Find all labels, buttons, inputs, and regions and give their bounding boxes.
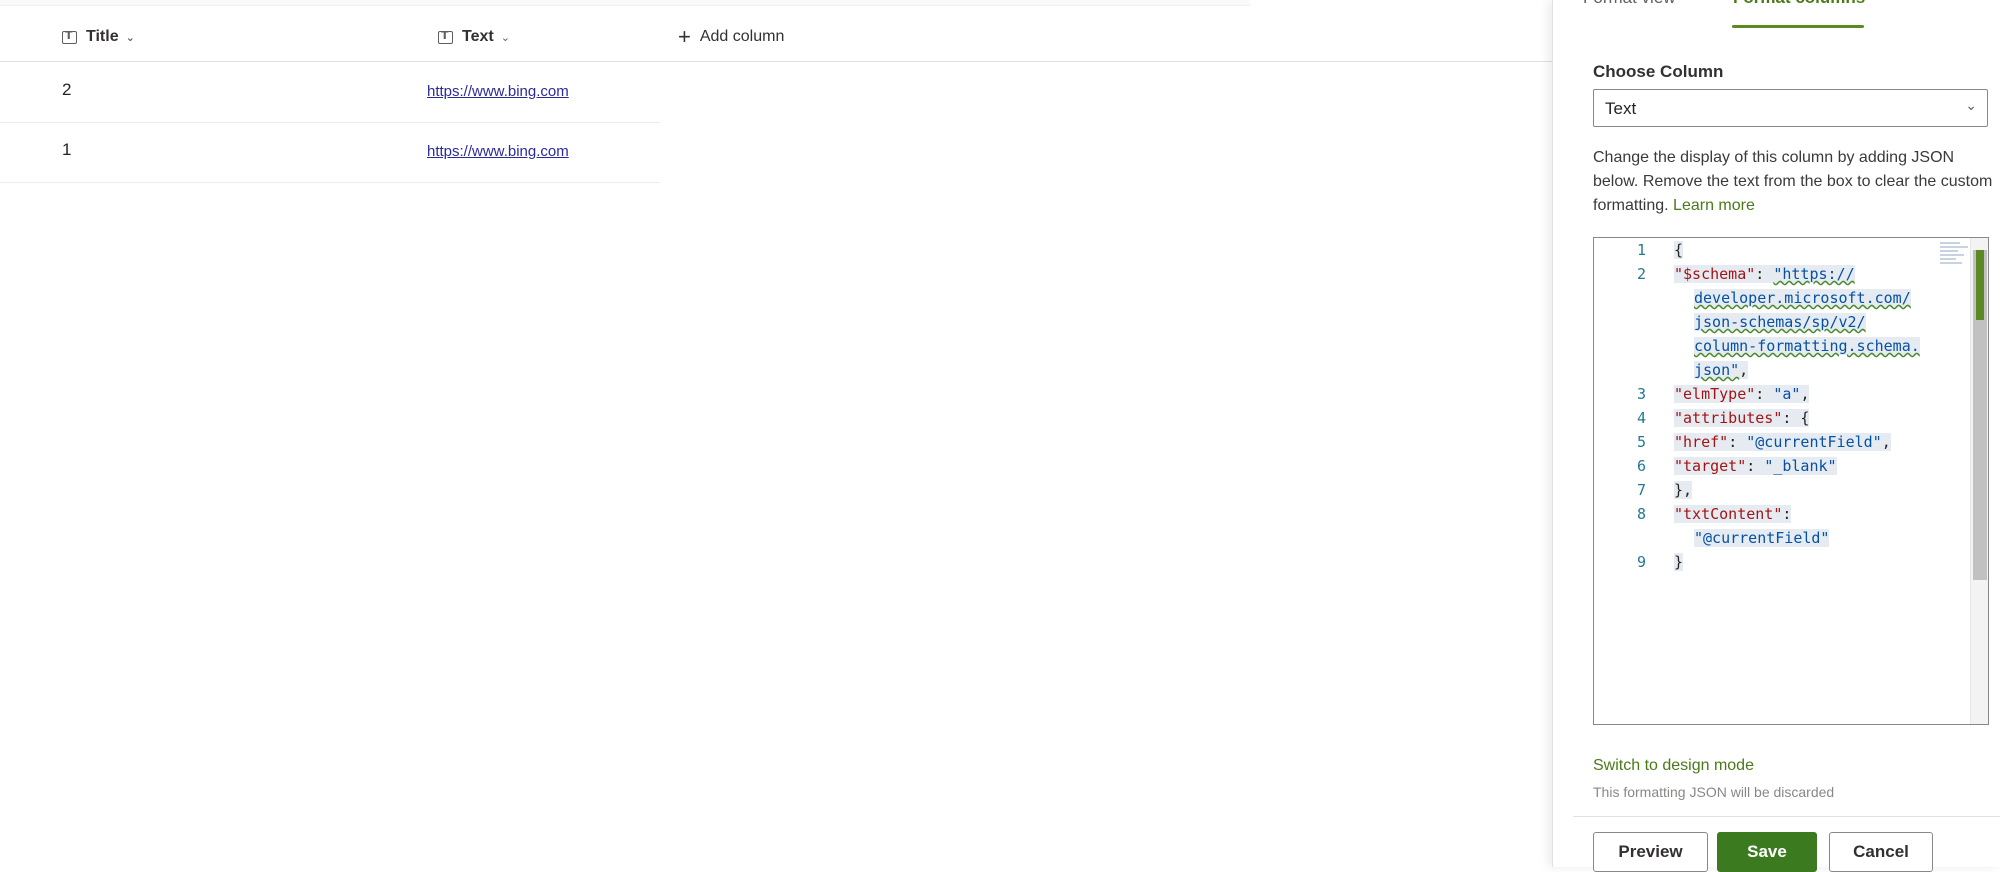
code-text: } xyxy=(1674,553,1684,571)
active-tab-indicator xyxy=(1732,25,1864,28)
editor-line: 2 "$schema": "https:// xyxy=(1594,262,1974,286)
table-row[interactable]: 1 https://www.bing.com xyxy=(0,122,660,183)
chevron-down-icon: ⌄ xyxy=(1965,98,1977,114)
json-url: "https:// xyxy=(1773,265,1855,283)
format-description: Change the display of this column by add… xyxy=(1593,146,1993,218)
line-number: 5 xyxy=(1636,433,1646,451)
text-column-icon xyxy=(438,29,453,44)
learn-more-link[interactable]: Learn more xyxy=(1673,197,1755,214)
list-header: Title ⌄ Text ⌄ + Add column xyxy=(0,5,1552,62)
text-column-icon xyxy=(62,29,77,44)
code-text: "attributes": { xyxy=(1674,409,1810,427)
code-text: "elmType": "a", xyxy=(1674,385,1810,403)
text-cell-link[interactable]: https://www.bing.com xyxy=(427,143,569,160)
switch-to-design-mode-link[interactable]: Switch to design mode xyxy=(1593,757,1754,775)
chevron-down-icon: ⌄ xyxy=(125,30,135,44)
tab-format-view[interactable]: Format view xyxy=(1583,0,1676,8)
code-text: }, xyxy=(1674,481,1693,499)
editor-scroll-thumb[interactable] xyxy=(1973,250,1987,580)
add-column-button[interactable]: + Add column xyxy=(678,23,784,51)
column-header-text[interactable]: Text ⌄ xyxy=(438,23,510,51)
description-text: Change the display of this column by add… xyxy=(1593,149,1993,214)
json-editor[interactable]: 1 { 2 "$schema": "https:// developer.mic… xyxy=(1593,237,1989,725)
add-column-label: Add column xyxy=(699,28,785,45)
code-text: "target": "_blank" xyxy=(1674,457,1837,475)
tab-format-columns[interactable]: Format columns xyxy=(1733,0,1865,8)
preview-button[interactable]: Preview xyxy=(1593,832,1708,872)
table-row[interactable]: 2 https://www.bing.com xyxy=(0,62,660,123)
code-text: "href": "@currentField", xyxy=(1674,433,1891,451)
column-header-title[interactable]: Title ⌄ xyxy=(62,23,135,51)
json-value: "_blank" xyxy=(1764,457,1837,475)
text-cell-link[interactable]: https://www.bing.com xyxy=(427,83,569,100)
line-number: 6 xyxy=(1636,457,1646,475)
editor-line: developer.microsoft.com/ xyxy=(1594,286,1974,310)
code-text: json-schemas/sp/v2/ xyxy=(1694,313,1866,331)
editor-line: json", xyxy=(1594,358,1974,382)
chevron-down-icon: ⌄ xyxy=(500,30,510,44)
editor-line: 7 }, xyxy=(1594,478,1974,502)
line-number: 1 xyxy=(1636,241,1646,259)
json-key: "target" xyxy=(1674,457,1747,475)
choose-column-label: Choose Column xyxy=(1593,62,1724,81)
code-text: "$schema": "https:// xyxy=(1674,265,1855,283)
json-url: column-formatting.schema. xyxy=(1694,337,1920,355)
column-select[interactable]: Text ⌄ xyxy=(1593,89,1988,127)
editor-line: 4 "attributes": { xyxy=(1594,406,1974,430)
title-cell: 2 xyxy=(62,80,72,99)
plus-icon: + xyxy=(678,24,691,49)
editor-line: 6 "target": "_blank" xyxy=(1594,454,1974,478)
line-number: 9 xyxy=(1636,553,1646,571)
editor-scrollbar[interactable] xyxy=(1970,238,1988,724)
json-value: "a" xyxy=(1773,385,1801,403)
json-key: "elmType" xyxy=(1674,385,1756,403)
json-key: "txtContent" xyxy=(1674,505,1783,523)
editor-line: 3 "elmType": "a", xyxy=(1594,382,1974,406)
code-text: json", xyxy=(1694,361,1749,379)
json-key: "attributes" xyxy=(1674,409,1783,427)
list-area: Title ⌄ Text ⌄ + Add column 2 https://ww… xyxy=(0,0,1552,867)
json-url: json-schemas/sp/v2/ xyxy=(1694,313,1866,331)
json-key: "href" xyxy=(1674,433,1729,451)
column-header-text-label: Text xyxy=(462,28,494,45)
save-button[interactable]: Save xyxy=(1717,832,1817,872)
code-text: developer.microsoft.com/ xyxy=(1694,289,1911,307)
footer-divider xyxy=(1573,816,2000,817)
editor-line: 9 } xyxy=(1594,550,1974,574)
column-select-value: Text xyxy=(1605,99,1637,118)
line-number: 3 xyxy=(1636,385,1646,403)
title-cell: 1 xyxy=(62,140,72,159)
editor-line: "@currentField" xyxy=(1594,526,1974,550)
editor-line: 1 { xyxy=(1594,238,1974,262)
editor-line: 8 "txtContent": xyxy=(1594,502,1974,526)
json-value: "@currentField" xyxy=(1746,433,1882,451)
format-panel: Format view Format columns Choose Column… xyxy=(1552,0,2000,872)
json-url: json" xyxy=(1694,361,1740,379)
code-text: "@currentField" xyxy=(1694,529,1830,547)
code-text: column-formatting.schema. xyxy=(1694,337,1920,355)
json-value: "@currentField" xyxy=(1694,529,1830,547)
editor-line: column-formatting.schema. xyxy=(1594,334,1974,358)
code-text: "txtContent": xyxy=(1674,505,1792,523)
line-number: 4 xyxy=(1636,409,1646,427)
editor-line: 5 "href": "@currentField", xyxy=(1594,430,1974,454)
editor-minimap[interactable] xyxy=(1940,240,1970,276)
cancel-button[interactable]: Cancel xyxy=(1829,832,1933,872)
json-url: developer.microsoft.com/ xyxy=(1694,289,1911,307)
editor-line: json-schemas/sp/v2/ xyxy=(1594,310,1974,334)
column-header-title-label: Title xyxy=(86,28,119,45)
line-number: 8 xyxy=(1636,505,1646,523)
code-text: { xyxy=(1674,241,1684,259)
line-number: 7 xyxy=(1636,481,1646,499)
json-key: "$schema" xyxy=(1674,265,1756,283)
line-number: 2 xyxy=(1636,265,1646,283)
switch-mode-note: This formatting JSON will be discarded xyxy=(1593,784,1835,800)
